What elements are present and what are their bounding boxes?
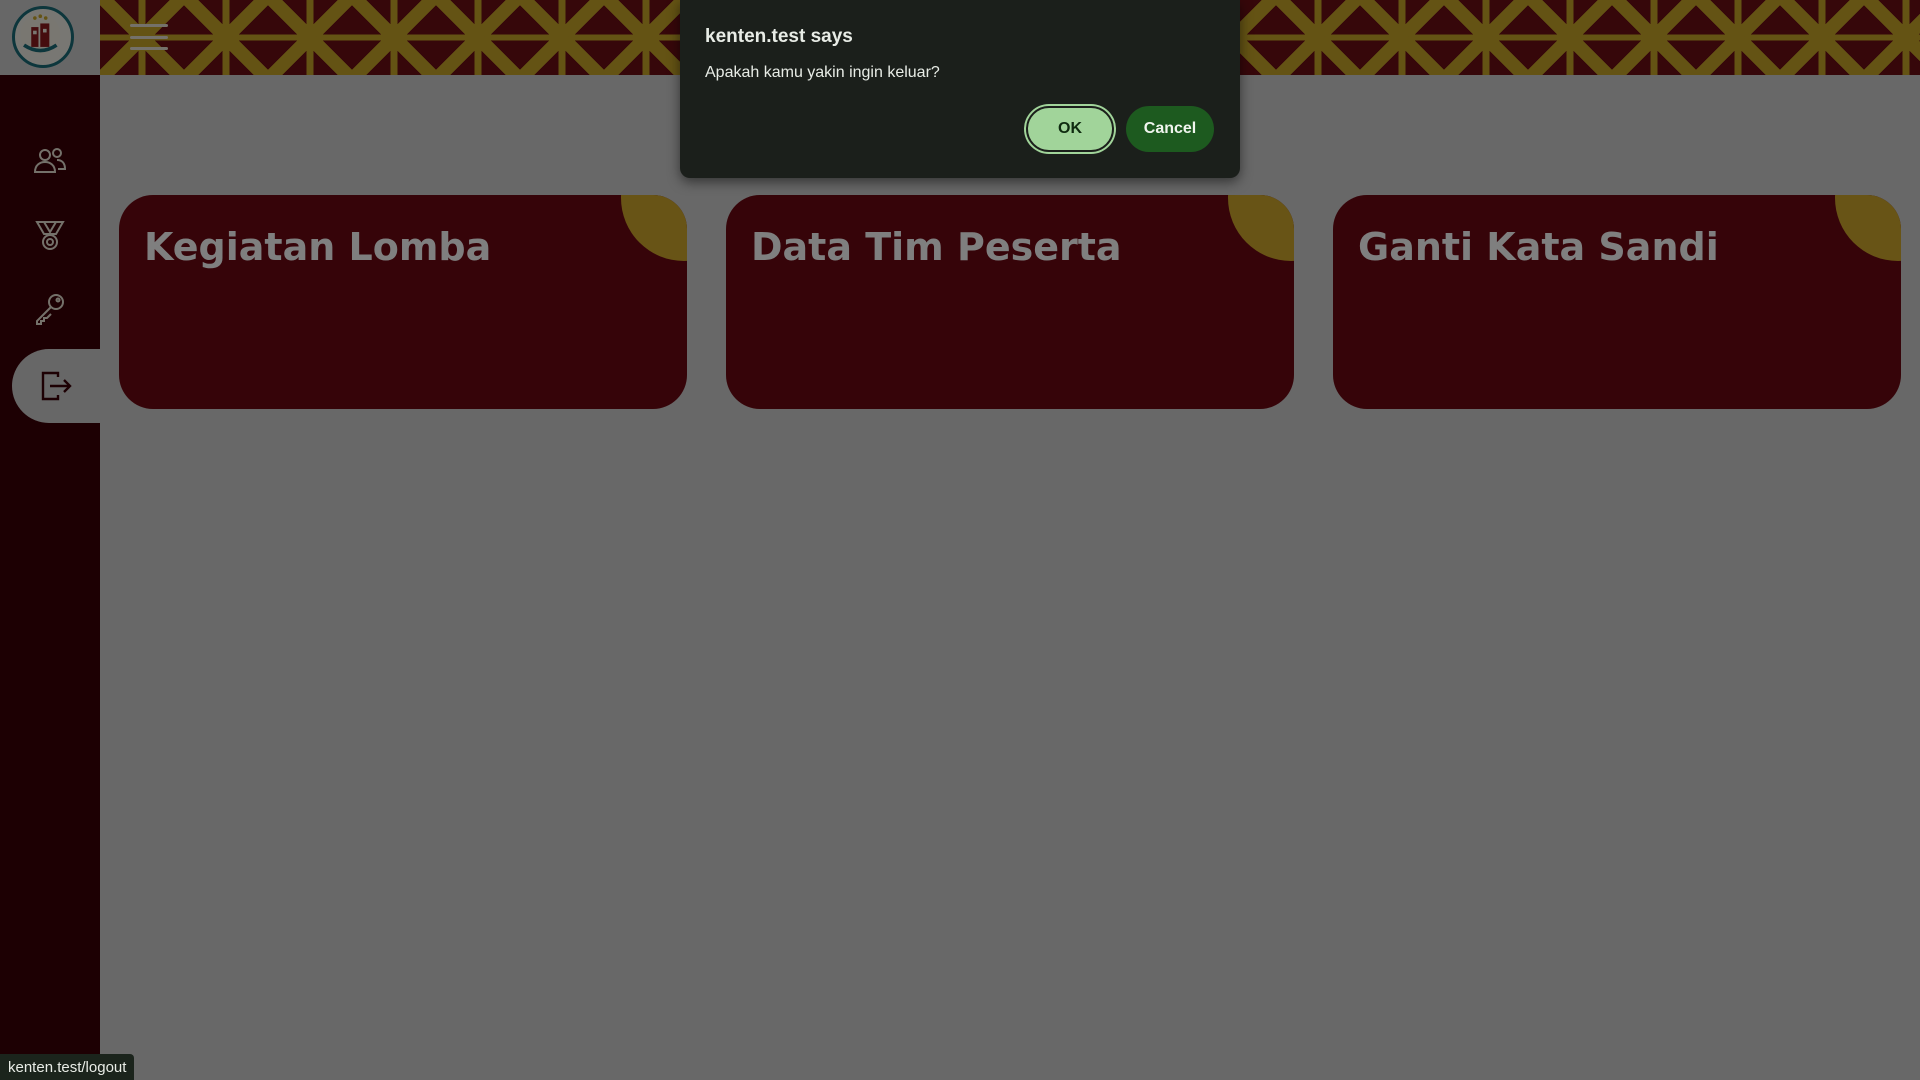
status-bar-url: kenten.test/logout [0, 1054, 135, 1080]
dialog-title: kenten.test says [705, 26, 853, 47]
confirm-dialog: kenten.test says Apakah kamu yakin ingin… [680, 0, 1240, 178]
ok-button[interactable]: OK [1026, 106, 1114, 152]
cancel-button[interactable]: Cancel [1126, 106, 1214, 152]
app-page: Kegiatan Lomba Data Tim Peserta Ganti Ka… [0, 0, 1920, 1080]
dialog-message: Apakah kamu yakin ingin keluar? [705, 64, 940, 81]
